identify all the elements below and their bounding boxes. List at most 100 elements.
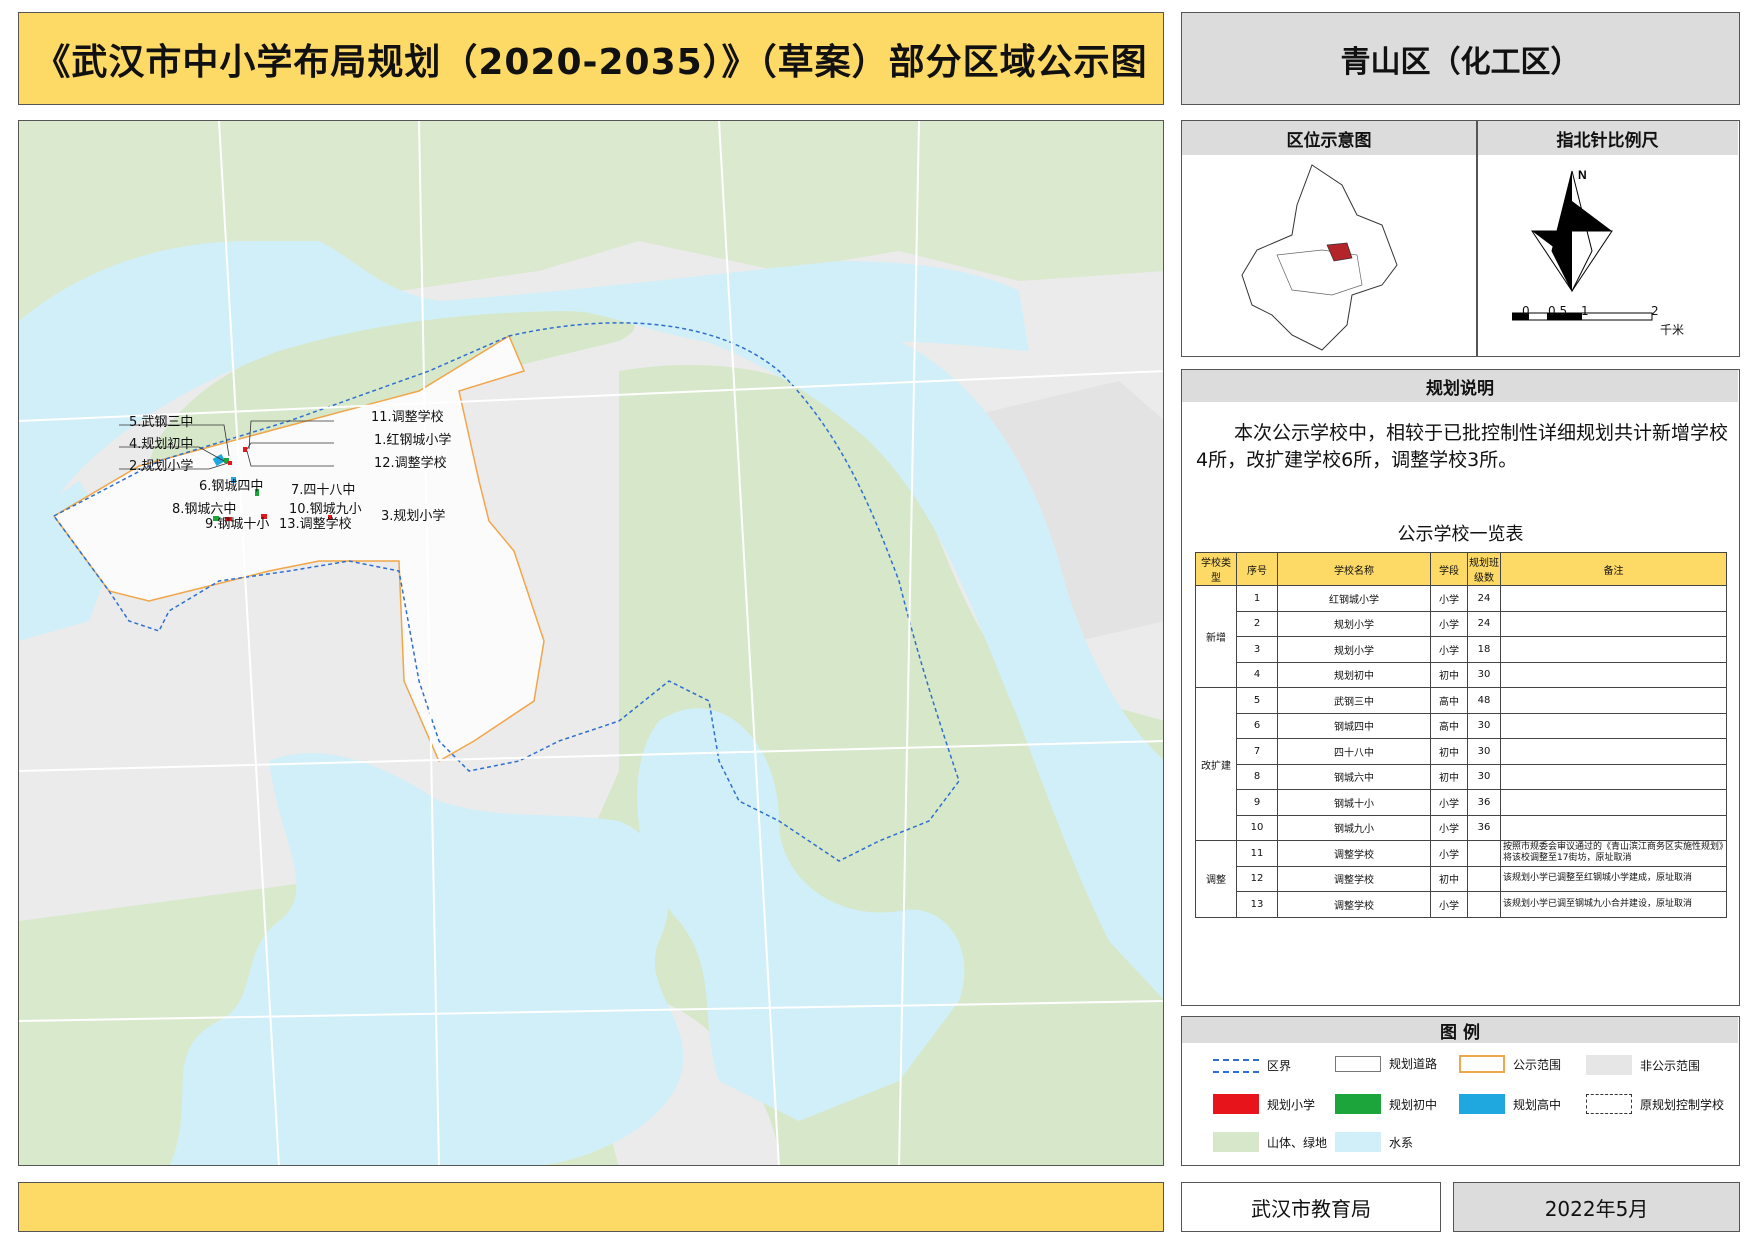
school-name-cell: 调整学校	[1277, 865, 1431, 892]
col-stage: 学段	[1430, 552, 1468, 586]
main-map[interactable]: 5.武钢三中 4.规划初中 2.规划小学 11.调整学校 1.红钢城小学 12.…	[18, 120, 1164, 1166]
map-label-school-6[interactable]: 6.钢城四中	[199, 475, 263, 494]
scale-unit: 千米	[1660, 323, 1685, 337]
scale-tick-2: 2	[1651, 304, 1659, 318]
map-label-school-4[interactable]: 4.规划初中	[129, 433, 193, 452]
school-name-cell: 钢城四中	[1277, 712, 1431, 739]
table-row: 13 调整学校 小学 该规划小学已调至钢城九小合并建设，原址取消	[1196, 891, 1727, 918]
school-name-cell: 四十八中	[1277, 738, 1431, 765]
map-label-school-12[interactable]: 12.调整学校	[374, 452, 447, 471]
school-stage-cell: 小学	[1430, 840, 1468, 867]
legend-water: 水系	[1335, 1132, 1413, 1152]
school-no-cell: 8	[1236, 763, 1278, 790]
school-stage-cell: 高中	[1430, 687, 1468, 714]
map-canvas	[19, 121, 1163, 1165]
location-map	[1241, 164, 1398, 351]
map-label-school-5[interactable]: 5.武钢三中	[129, 411, 193, 430]
north-letter: N	[1578, 168, 1587, 182]
school-note-cell: 该规划小学已调整至红钢城小学建成，原址取消	[1500, 865, 1727, 892]
district-name: 青山区（化工区）	[1181, 12, 1740, 105]
footer-banner	[18, 1182, 1164, 1232]
legend-planned-primary: 规划小学	[1213, 1094, 1315, 1114]
col-no: 序号	[1236, 552, 1278, 586]
school-note-cell	[1500, 636, 1727, 663]
school-note-cell	[1500, 585, 1727, 612]
legend-planned-road: 规划道路	[1335, 1055, 1437, 1072]
table-row: 6 钢城四中 高中 30	[1196, 712, 1727, 739]
school-classes-cell: 36	[1467, 789, 1501, 816]
legend-greenland: 山体、绿地	[1213, 1132, 1327, 1152]
school-note-cell	[1500, 738, 1727, 765]
school-type-cell: 改扩建	[1195, 687, 1237, 841]
school-no-cell: 13	[1236, 891, 1278, 918]
school-classes-cell: 36	[1467, 814, 1501, 841]
school-classes-cell	[1467, 891, 1501, 918]
marker-primary-1	[243, 447, 247, 452]
table-row: 9 钢城十小 小学 36	[1196, 789, 1727, 816]
scale-tick-05: 0.5	[1548, 304, 1568, 318]
north-scale-header: 指北针比例尺	[1477, 121, 1738, 155]
table-row: 2 规划小学 小学 24	[1196, 610, 1727, 637]
school-note-cell	[1500, 661, 1727, 688]
legend-original-school: 原规划控制学校	[1586, 1094, 1724, 1114]
school-name-cell: 钢城九小	[1277, 814, 1431, 841]
table-row: 3 规划小学 小学 18	[1196, 636, 1727, 663]
map-label-school-2[interactable]: 2.规划小学	[129, 455, 193, 474]
legend-district-boundary: 区界	[1213, 1057, 1291, 1074]
table-row: 10 钢城九小 小学 36	[1196, 814, 1727, 841]
school-stage-cell: 初中	[1430, 738, 1468, 765]
school-no-cell: 1	[1236, 585, 1278, 612]
table-row: 新增 1 红钢城小学 小学 24	[1195, 585, 1727, 688]
school-stage-cell: 小学	[1430, 814, 1468, 841]
school-note-cell	[1500, 687, 1727, 714]
school-classes-cell: 30	[1467, 738, 1501, 765]
legend-publicity-scope: 公示范围	[1459, 1055, 1561, 1073]
table-row: 8 钢城六中 初中 30	[1196, 763, 1727, 790]
school-note-cell: 按照市规委会审议通过的《青山滨江商务区实施性规划》将该校调整至17街坊，原址取消	[1500, 840, 1727, 867]
location-map-header: 区位示意图	[1182, 121, 1477, 155]
school-name-cell: 调整学校	[1277, 891, 1431, 918]
col-name: 学校名称	[1277, 552, 1431, 586]
map-label-school-1[interactable]: 1.红钢城小学	[374, 429, 451, 448]
map-label-school-9[interactable]: 9.钢城十小	[205, 513, 269, 532]
scale-tick-1: 1	[1581, 304, 1589, 318]
table-row: 4 规划初中 初中 30	[1196, 661, 1727, 688]
school-no-cell: 6	[1236, 712, 1278, 739]
map-label-school-13[interactable]: 13.调整学校	[279, 513, 352, 532]
school-note-cell: 该规划小学已调至钢城九小合并建设，原址取消	[1500, 891, 1727, 918]
school-no-cell: 11	[1236, 840, 1278, 867]
school-no-cell: 7	[1236, 738, 1278, 765]
map-title: 《武汉市中小学布局规划（2020-2035）》（草案）部分区域公示图	[18, 12, 1164, 105]
school-name-cell: 钢城十小	[1277, 789, 1431, 816]
school-classes-cell	[1467, 865, 1501, 892]
legend-non-publicity-scope: 非公示范围	[1586, 1055, 1700, 1075]
legend-planned-junior: 规划初中	[1335, 1094, 1437, 1114]
table-row: 7 四十八中 初中 30	[1196, 738, 1727, 765]
map-label-school-3[interactable]: 3.规划小学	[381, 505, 445, 524]
school-classes-cell: 18	[1467, 636, 1501, 663]
school-classes-cell: 30	[1467, 763, 1501, 790]
school-classes-cell: 30	[1467, 661, 1501, 688]
school-stage-cell: 初中	[1430, 763, 1468, 790]
school-note-cell	[1500, 814, 1727, 841]
school-stage-cell: 初中	[1430, 865, 1468, 892]
col-classes: 规划班级数	[1467, 552, 1501, 586]
north-arrow-icon: N	[1512, 168, 1653, 321]
panel-divider	[1476, 121, 1478, 356]
map-label-school-7[interactable]: 7.四十八中	[291, 479, 355, 498]
school-stage-cell: 小学	[1430, 789, 1468, 816]
school-name-cell: 规划小学	[1277, 610, 1431, 637]
school-classes-cell	[1467, 840, 1501, 867]
school-name-cell: 调整学校	[1277, 840, 1431, 867]
school-classes-cell: 24	[1467, 610, 1501, 637]
school-note-cell	[1500, 789, 1727, 816]
school-note-cell	[1500, 763, 1727, 790]
legend-planned-senior: 规划高中	[1459, 1094, 1561, 1114]
school-type-cell: 新增	[1195, 585, 1237, 688]
map-label-school-11[interactable]: 11.调整学校	[371, 406, 444, 425]
table-row: 调整 11 调整学校 小学 按照市规委会审议通过的《青山滨江商务区实施性规划》将该校调整…	[1195, 840, 1727, 918]
school-classes-cell: 48	[1467, 687, 1501, 714]
school-stage-cell: 初中	[1430, 661, 1468, 688]
plan-header: 规划说明	[1182, 370, 1738, 402]
school-no-cell: 12	[1236, 865, 1278, 892]
